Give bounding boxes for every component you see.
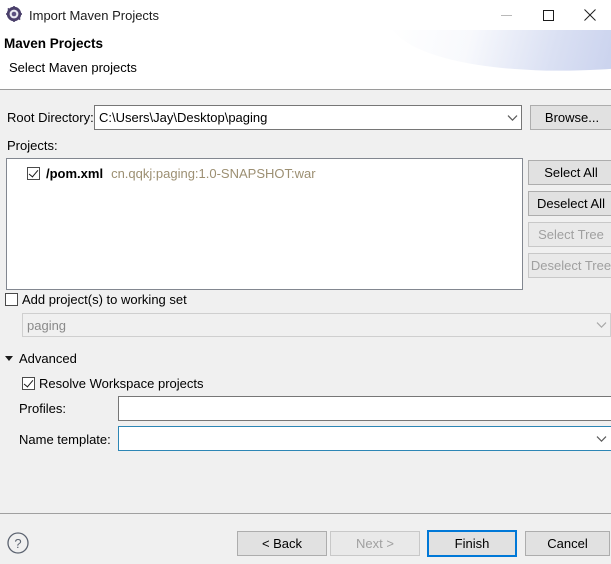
- next-button: Next >: [330, 531, 420, 556]
- help-button[interactable]: ?: [6, 531, 30, 555]
- browse-button[interactable]: Browse...: [530, 105, 611, 130]
- maximize-icon: [542, 9, 554, 21]
- root-directory-label: Root Directory:: [7, 110, 94, 125]
- working-set-checkbox-row[interactable]: Add project(s) to working set: [5, 292, 187, 307]
- root-directory-value: C:\Users\Jay\Desktop\paging: [99, 110, 268, 125]
- working-set-value: paging: [27, 317, 67, 333]
- resolve-workspace-checkbox[interactable]: [22, 377, 35, 390]
- deselect-all-button[interactable]: Deselect All: [528, 191, 611, 216]
- cancel-button[interactable]: Cancel: [525, 531, 610, 556]
- project-checkbox[interactable]: [27, 166, 40, 180]
- resolve-workspace-projects-row[interactable]: Resolve Workspace projects: [22, 376, 204, 391]
- close-icon: [584, 9, 596, 21]
- chevron-down-icon[interactable]: [504, 114, 521, 122]
- page-subtitle: Select Maven projects: [9, 60, 137, 75]
- name-template-label: Name template:: [19, 432, 111, 447]
- chevron-down-icon[interactable]: [591, 435, 611, 443]
- title-bar: Import Maven Projects: [0, 0, 611, 30]
- working-set-combo: paging: [22, 313, 611, 337]
- page-title: Maven Projects: [4, 36, 104, 51]
- select-all-button[interactable]: Select All: [528, 160, 611, 185]
- profiles-label: Profiles:: [19, 401, 66, 416]
- working-set-checkbox[interactable]: [5, 293, 18, 306]
- help-icon: ?: [7, 532, 29, 554]
- advanced-section-toggle[interactable]: Advanced: [5, 351, 77, 366]
- svg-text:?: ?: [14, 536, 21, 551]
- window-title: Import Maven Projects: [29, 7, 160, 23]
- chevron-down-icon: [593, 321, 610, 329]
- profiles-input[interactable]: [118, 396, 611, 421]
- deselect-tree-button: Deselect Tree: [528, 253, 611, 278]
- maven-gear-icon: [6, 6, 22, 22]
- project-coordinates: cn.qqkj:paging:1.0-SNAPSHOT:war: [111, 165, 316, 181]
- maximize-button[interactable]: [527, 0, 569, 30]
- resolve-workspace-label: Resolve Workspace projects: [39, 376, 204, 391]
- project-name: /pom.xml: [46, 165, 104, 181]
- minimize-icon: [500, 14, 512, 16]
- projects-label: Projects:: [7, 138, 58, 153]
- list-item[interactable]: /pom.xml cn.qqkj:paging:1.0-SNAPSHOT:war: [7, 163, 522, 183]
- working-set-label: Add project(s) to working set: [22, 292, 187, 307]
- chevron-down-icon[interactable]: [5, 356, 13, 361]
- advanced-label: Advanced: [19, 351, 77, 366]
- header-decoration: [388, 30, 611, 88]
- window-controls: [485, 0, 611, 30]
- root-directory-combo[interactable]: C:\Users\Jay\Desktop\paging: [94, 105, 522, 130]
- close-button[interactable]: [569, 0, 611, 30]
- name-template-combo[interactable]: [118, 426, 611, 451]
- select-tree-button: Select Tree: [528, 222, 611, 247]
- projects-list[interactable]: /pom.xml cn.qqkj:paging:1.0-SNAPSHOT:war: [6, 158, 523, 290]
- minimize-button[interactable]: [485, 0, 527, 30]
- finish-button[interactable]: Finish: [427, 530, 517, 557]
- wizard-header: Maven Projects Select Maven projects: [0, 30, 611, 90]
- back-button[interactable]: < Back: [237, 531, 327, 556]
